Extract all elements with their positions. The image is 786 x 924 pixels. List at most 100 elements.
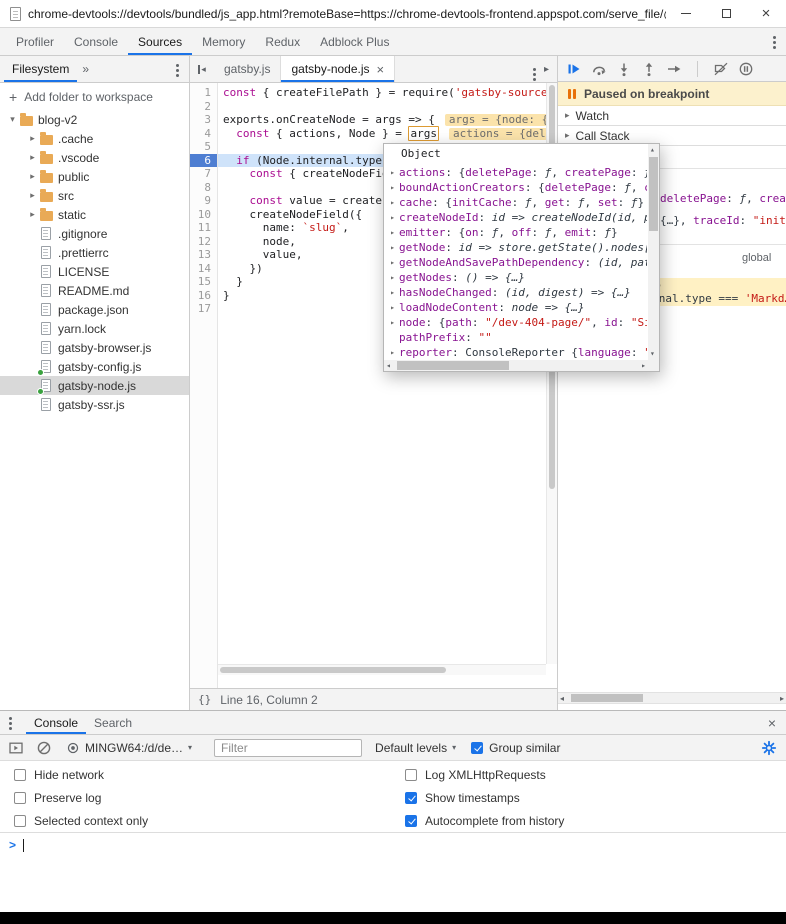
- resume-button[interactable]: [566, 61, 582, 77]
- toggle-navigator-icon[interactable]: ◂: [190, 56, 214, 82]
- console-settings-gear-icon[interactable]: [761, 740, 777, 756]
- console-menu-icon[interactable]: [9, 717, 12, 720]
- step-over-button[interactable]: [591, 61, 607, 77]
- pause-on-exceptions-button[interactable]: [738, 61, 754, 77]
- tree-item-package-json[interactable]: package.json: [0, 300, 189, 319]
- section-watch[interactable]: ▸ Watch: [558, 106, 786, 126]
- setting-hide-network[interactable]: Hide network: [14, 763, 391, 786]
- scroll-down-icon[interactable]: ▾: [650, 350, 655, 358]
- popup-property-hasnodechanged[interactable]: ▸hasNodeChanged: (id, digest) => {…}: [386, 285, 647, 300]
- popup-property-createnodeid[interactable]: ▸createNodeId: id => createNodeId(id, pl…: [386, 210, 647, 225]
- tree-item-gatsby-browser-js[interactable]: gatsby-browser.js: [0, 338, 189, 357]
- tree-item-gitignore[interactable]: .gitignore: [0, 224, 189, 243]
- editor-horizontal-scrollbar[interactable]: [218, 664, 546, 675]
- setting-selected-context-only[interactable]: Selected context only: [14, 809, 391, 832]
- tab-profiler[interactable]: Profiler: [6, 28, 64, 55]
- checkbox-preserve-log[interactable]: [14, 792, 26, 804]
- tree-item-yarn-lock[interactable]: yarn.lock: [0, 319, 189, 338]
- scroll-left-icon[interactable]: ◂: [386, 362, 391, 370]
- checkbox-autocomplete-from-history[interactable]: [405, 815, 417, 827]
- popup-property-getnode[interactable]: ▸getNode: id => store.getState().nodes[i…: [386, 240, 647, 255]
- tree-item-static[interactable]: ▸static: [0, 205, 189, 224]
- group-similar-checkbox[interactable]: [471, 742, 483, 754]
- tab-redux[interactable]: Redux: [255, 28, 310, 55]
- popup-property-actions[interactable]: ▸actions: {deletePage: ƒ, createPage: ƒ,…: [386, 165, 647, 180]
- collapsed-arrow-icon: ▸: [26, 133, 39, 144]
- tab-console[interactable]: Console: [64, 28, 128, 55]
- console-sidebar-icon[interactable]: [8, 740, 24, 756]
- more-tabs-icon[interactable]: ▸: [544, 64, 549, 75]
- group-similar-toggle[interactable]: Group similar: [471, 741, 560, 755]
- tree-item-gatsby-config-js[interactable]: gatsby-config.js: [0, 357, 189, 376]
- tab-adblock-plus[interactable]: Adblock Plus: [310, 28, 399, 55]
- console-tabbar: ConsoleSearch ×: [0, 711, 786, 735]
- console-tab-search[interactable]: Search: [86, 711, 140, 734]
- checkbox-selected-context-only[interactable]: [14, 815, 26, 827]
- log-levels-dropdown[interactable]: Default levels ▾: [375, 741, 456, 755]
- setting-autocomplete-from-history[interactable]: Autocomplete from history: [405, 809, 786, 832]
- popup-property-getnodes[interactable]: ▸getNodes: () => {…}: [386, 270, 647, 285]
- popup-property-emitter[interactable]: ▸emitter: {on: ƒ, off: ƒ, emit: ƒ}: [386, 225, 647, 240]
- context-selector[interactable]: MINGW64:/d/de… ▾: [66, 741, 192, 755]
- scroll-left-icon[interactable]: ◂: [560, 695, 564, 703]
- tree-item-gatsby-ssr-js[interactable]: gatsby-ssr.js: [0, 395, 189, 414]
- tree-item-readme-md[interactable]: README.md: [0, 281, 189, 300]
- popup-property-pathprefix[interactable]: pathPrefix: "": [386, 330, 647, 345]
- checkbox-hide-network[interactable]: [14, 769, 26, 781]
- scrollbar-thumb[interactable]: [571, 694, 643, 702]
- editor-menu-icon[interactable]: [533, 68, 536, 71]
- editor-tab-gatsby-node-js[interactable]: gatsby-node.js×: [281, 56, 395, 82]
- more-panels-icon[interactable]: »: [77, 56, 94, 82]
- add-folder-button[interactable]: + Add folder to workspace: [0, 83, 189, 110]
- popup-property-loadnodecontent[interactable]: ▸loadNodeContent: node => {…}: [386, 300, 647, 315]
- step-out-button[interactable]: [641, 61, 657, 77]
- close-tab-icon[interactable]: ×: [377, 63, 385, 76]
- popup-property-getnodeandsavepathdependency[interactable]: ▸getNodeAndSavePathDependency: (id, path…: [386, 255, 647, 270]
- maximize-button[interactable]: [706, 0, 746, 27]
- main-menu-icon[interactable]: [773, 36, 776, 39]
- scrollbar-thumb[interactable]: [649, 157, 658, 231]
- checkbox-show-timestamps[interactable]: [405, 792, 417, 804]
- tab-sources[interactable]: Sources: [128, 28, 192, 55]
- filter-input[interactable]: [214, 739, 362, 757]
- tree-item-blog-v2[interactable]: ▾blog-v2: [0, 110, 189, 129]
- scrollbar-thumb[interactable]: [220, 667, 446, 673]
- pretty-print-icon[interactable]: {}: [198, 693, 211, 706]
- checkbox-log-xmlhttprequests[interactable]: [405, 769, 417, 781]
- console-tab-console[interactable]: Console: [26, 711, 86, 734]
- popup-property-node[interactable]: ▸node: {path: "/dev-404-page/", id: "Sit…: [386, 315, 647, 330]
- close-button[interactable]: ×: [746, 0, 786, 27]
- tree-item-src[interactable]: ▸src: [0, 186, 189, 205]
- tree-item-gatsby-node-js[interactable]: gatsby-node.js: [0, 376, 189, 395]
- close-drawer-icon[interactable]: ×: [768, 715, 776, 731]
- step-into-button[interactable]: [616, 61, 632, 77]
- scroll-up-icon[interactable]: ▴: [650, 146, 655, 154]
- scrollbar-thumb[interactable]: [397, 361, 509, 370]
- popup-horizontal-scrollbar[interactable]: ◂ ▸: [384, 360, 648, 371]
- popup-property-cache[interactable]: ▸cache: {initCache: ƒ, get: ƒ, set: ƒ}: [386, 195, 647, 210]
- setting-log-xmlhttprequests[interactable]: Log XMLHttpRequests: [405, 763, 786, 786]
- tree-item-prettierrc[interactable]: .prettierrc: [0, 243, 189, 262]
- tab-memory[interactable]: Memory: [192, 28, 255, 55]
- console-prompt[interactable]: >: [0, 833, 786, 857]
- tab-filesystem[interactable]: Filesystem: [4, 56, 77, 82]
- clear-console-icon[interactable]: [36, 740, 52, 756]
- scroll-right-icon[interactable]: ▸: [780, 695, 784, 703]
- tree-item-public[interactable]: ▸public: [0, 167, 189, 186]
- deactivate-breakpoints-button[interactable]: [713, 61, 729, 77]
- scroll-right-icon[interactable]: ▸: [641, 362, 646, 370]
- popup-vertical-scrollbar[interactable]: ▴ ▾: [648, 144, 659, 360]
- object-popup-list: ▸actions: {deletePage: ƒ, createPage: ƒ,…: [386, 165, 647, 359]
- tree-item-vscode[interactable]: ▸.vscode: [0, 148, 189, 167]
- step-button[interactable]: [666, 61, 682, 77]
- tree-item-license[interactable]: LICENSE: [0, 262, 189, 281]
- navigator-menu-icon[interactable]: [176, 64, 179, 67]
- tree-item-cache[interactable]: ▸.cache: [0, 129, 189, 148]
- minimize-button[interactable]: [666, 0, 706, 27]
- setting-show-timestamps[interactable]: Show timestamps: [405, 786, 786, 809]
- popup-property-reporter[interactable]: ▸reporter: ConsoleReporter {language: "e…: [386, 345, 647, 359]
- editor-tab-gatsby-js[interactable]: gatsby.js: [214, 56, 281, 82]
- sidebar-horizontal-scrollbar[interactable]: ◂ ▸: [558, 692, 786, 704]
- popup-property-boundactioncreators[interactable]: ▸boundActionCreators: {deletePage: ƒ, cr…: [386, 180, 647, 195]
- setting-preserve-log[interactable]: Preserve log: [14, 786, 391, 809]
